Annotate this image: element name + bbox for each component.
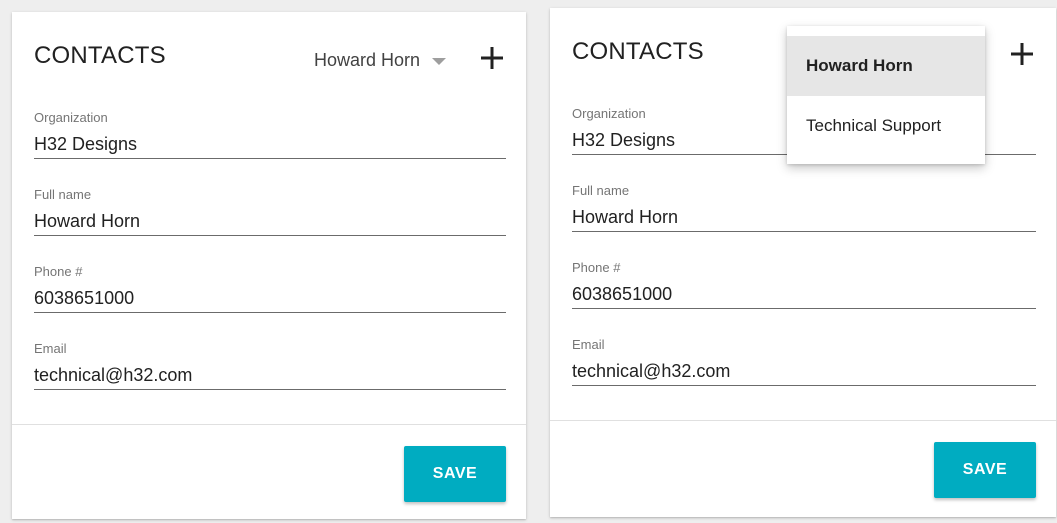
card-title: CONTACTS [34, 42, 166, 69]
dropdown-option-howard-horn[interactable]: Howard Horn [787, 36, 985, 96]
email-label: Email [572, 337, 605, 352]
organization-input[interactable] [34, 131, 506, 159]
phone-input[interactable] [572, 281, 1036, 309]
plus-icon[interactable] [478, 44, 506, 72]
email-input[interactable] [34, 362, 506, 390]
save-button[interactable]: SAVE [934, 442, 1036, 498]
card-header: CONTACTS Howard Horn [34, 40, 506, 80]
save-button[interactable]: SAVE [404, 446, 506, 502]
phone-field-group: Phone # [572, 260, 1036, 337]
phone-input[interactable] [34, 285, 506, 313]
screen: CONTACTS Howard Horn Organization Full n… [0, 0, 1057, 523]
organization-label: Organization [572, 106, 646, 121]
actions-divider [550, 420, 1056, 421]
contact-dropdown-menu: Howard Horn Technical Support [787, 26, 985, 164]
full-name-field-group: Full name [572, 183, 1036, 260]
full-name-label: Full name [34, 187, 92, 202]
email-input[interactable] [572, 358, 1036, 386]
caret-down-icon [432, 57, 446, 65]
plus-icon[interactable] [1008, 40, 1036, 68]
full-name-input[interactable] [34, 208, 506, 236]
card-title: CONTACTS [572, 38, 704, 65]
contact-select-value: Howard Horn [313, 50, 420, 70]
email-field-group: Email [34, 341, 506, 418]
organization-label: Organization [34, 110, 108, 125]
full-name-field-group: Full name [34, 187, 506, 264]
email-field-group: Email [572, 337, 1036, 414]
contacts-card: CONTACTS Howard Horn Organization Full n… [12, 12, 526, 519]
phone-label: Phone # [34, 264, 83, 279]
full-name-input[interactable] [572, 204, 1036, 232]
email-label: Email [34, 341, 67, 356]
dropdown-option-technical-support[interactable]: Technical Support [787, 96, 985, 156]
contacts-card-dropdown-open: CONTACTS Organization Full name Phone # … [550, 8, 1056, 517]
contact-select[interactable]: Howard Horn [314, 47, 446, 73]
full-name-label: Full name [572, 183, 630, 198]
contact-form: Organization Full name Phone # Email [34, 110, 506, 418]
phone-label: Phone # [572, 260, 621, 275]
actions-divider [12, 424, 526, 425]
phone-field-group: Phone # [34, 264, 506, 341]
organization-field-group: Organization [34, 110, 506, 187]
